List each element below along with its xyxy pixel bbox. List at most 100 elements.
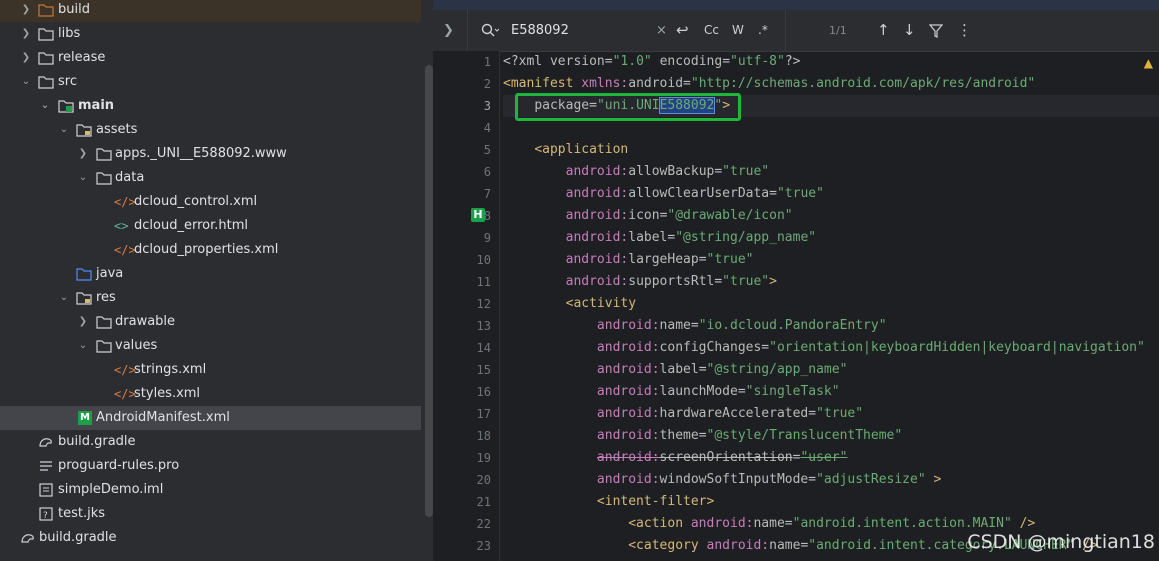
line-number: 19 <box>476 451 491 465</box>
tree-item-strings[interactable]: </> strings.xml <box>0 358 421 382</box>
line-number: 1 <box>483 55 491 69</box>
tree-item-dcloud-control[interactable]: </> dcloud_control.xml <box>0 190 421 214</box>
tree-item-assets[interactable]: ⌄ assets <box>0 118 421 142</box>
code-line: android:allowBackup="true" <box>565 164 770 179</box>
tree-item-label: release <box>58 50 106 65</box>
clear-icon[interactable]: × <box>656 10 667 51</box>
resource-folder-icon <box>76 292 92 305</box>
folder-icon <box>38 52 54 65</box>
tree-item-label: main <box>78 98 115 113</box>
warning-icon[interactable]: ▲ <box>1144 56 1153 70</box>
divider <box>467 10 468 51</box>
code-editor[interactable]: ❯ × ↩ Cc W .* 1/1 ↑ ↓ ⋮ 1 2 3 4 5 6 7 8 … <box>433 0 1159 561</box>
match-case-button[interactable]: Cc <box>704 10 719 51</box>
project-tool-window: ❯ build ❯ libs ❯ release ⌄ src ⌄ main ⌄ … <box>0 0 433 561</box>
chevron-right-icon[interactable]: ❯ <box>20 0 32 22</box>
line-number: 9 <box>483 231 491 245</box>
chevron-right-icon[interactable]: ❯ <box>77 142 89 166</box>
code-line: android:allowClearUserData="true" <box>565 186 824 201</box>
tree-scrollbar[interactable] <box>425 65 433 517</box>
html-file-icon: <> <box>114 219 129 233</box>
line-number: 20 <box>476 473 491 487</box>
tree-item-label: src <box>58 74 77 89</box>
line-number: 22 <box>476 517 491 531</box>
find-input[interactable] <box>511 20 651 40</box>
xml-file-icon: </> <box>114 243 136 257</box>
tree-item-libs[interactable]: ❯ libs <box>0 22 421 46</box>
words-button[interactable]: W <box>732 10 744 51</box>
line-number: 6 <box>483 165 491 179</box>
chevron-right-icon[interactable]: ❯ <box>443 10 454 51</box>
arrow-down-icon[interactable]: ↓ <box>903 10 916 51</box>
folder-icon <box>38 76 54 89</box>
tree-item-data[interactable]: ⌄ data <box>0 166 421 190</box>
xml-file-icon: </> <box>114 363 136 377</box>
code-line: <manifest xmlns:android="http://schemas.… <box>503 76 1036 91</box>
tree-item-build[interactable]: ❯ build <box>0 0 421 22</box>
line-number: 16 <box>476 385 491 399</box>
tree-item-root-build-gradle[interactable]: build.gradle <box>0 526 421 550</box>
watermark: CSDN @mingtian18 <box>967 531 1155 553</box>
tree-item-src[interactable]: ⌄ src <box>0 70 421 94</box>
new-line-icon[interactable]: ↩ <box>676 10 689 51</box>
folder-icon <box>38 28 54 41</box>
line-number: 2 <box>483 77 491 91</box>
unknown-file-icon: ? <box>39 507 53 521</box>
code-line: android:windowSoftInputMode="adjustResiz… <box>596 472 942 487</box>
chevron-down-icon[interactable]: ⌄ <box>77 166 89 190</box>
filter-icon[interactable] <box>929 24 943 38</box>
manifest-file-icon: M <box>78 411 92 425</box>
code-area[interactable]: <?xml version="1.0" encoding="utf-8"?> <… <box>503 51 1159 561</box>
chevron-down-icon[interactable]: ⌄ <box>58 286 70 310</box>
tree-item-label: apps._UNI__E588092.www <box>115 146 287 161</box>
line-number: 21 <box>476 495 491 509</box>
chevron-down-icon[interactable]: ⌄ <box>77 334 89 358</box>
folder-icon <box>96 148 112 161</box>
chevron-right-icon[interactable]: ❯ <box>20 46 32 70</box>
line-number: 15 <box>476 363 491 377</box>
tree-item-main[interactable]: ⌄ main <box>0 94 421 118</box>
code-line: android:theme="@style/TranslucentTheme" <box>596 428 903 443</box>
tree-item-label: res <box>96 290 116 305</box>
tree-item-label: test.jks <box>58 506 106 521</box>
chevron-right-icon[interactable]: ❯ <box>77 310 89 334</box>
tree-item-release[interactable]: ❯ release <box>0 46 421 70</box>
tree-item-android-manifest[interactable]: M AndroidManifest.xml <box>0 406 421 430</box>
editor-tab-strip <box>433 0 1159 10</box>
tree-item-jks[interactable]: ? test.jks <box>0 502 421 526</box>
arrow-up-icon[interactable]: ↑ <box>877 10 890 51</box>
tree-item-dcloud-properties[interactable]: </> dcloud_properties.xml <box>0 238 421 262</box>
image-gutter-icon[interactable]: H <box>471 208 485 222</box>
chevron-down-icon[interactable]: ⌄ <box>39 94 51 118</box>
tree-item-styles[interactable]: </> styles.xml <box>0 382 421 406</box>
code-line: android:screenOrientation="user" <box>596 450 848 465</box>
tree-item-res[interactable]: ⌄ res <box>0 286 421 310</box>
tree-item-label: styles.xml <box>134 386 201 401</box>
tree-item-java[interactable]: java <box>0 262 421 286</box>
line-number: 17 <box>476 407 491 421</box>
source-folder-icon <box>58 100 74 113</box>
tree-item-iml[interactable]: simpleDemo.iml <box>0 478 421 502</box>
chevron-right-icon[interactable]: ❯ <box>20 22 32 46</box>
source-folder-icon <box>76 268 92 281</box>
regex-button[interactable]: .* <box>758 10 768 51</box>
code-line: android:largeHeap="true" <box>565 252 754 267</box>
tree-item-dcloud-error[interactable]: <> dcloud_error.html <box>0 214 421 238</box>
more-options-icon[interactable]: ⋮ <box>957 10 972 51</box>
code-line: <intent-filter> <box>596 494 715 509</box>
tree-item-values[interactable]: ⌄ values <box>0 334 421 358</box>
search-icon[interactable] <box>481 23 499 39</box>
tree-item-apps-www[interactable]: ❯ apps._UNI__E588092.www <box>0 142 421 166</box>
tree-item-label: proguard-rules.pro <box>58 458 180 473</box>
code-line: android:name="io.dcloud.PandoraEntry" <box>596 318 887 333</box>
code-line: <action android:name="android.intent.act… <box>628 516 1036 531</box>
line-number: 12 <box>476 297 491 311</box>
chevron-down-icon[interactable]: ⌄ <box>58 118 70 142</box>
tree-item-proguard[interactable]: proguard-rules.pro <box>0 454 421 478</box>
code-line: android:launchMode="singleTask" <box>596 384 840 399</box>
line-number: 13 <box>476 319 491 333</box>
xml-file-icon: </> <box>114 387 136 401</box>
tree-item-build-gradle[interactable]: build.gradle <box>0 430 421 454</box>
tree-item-drawable[interactable]: ❯ drawable <box>0 310 421 334</box>
chevron-down-icon[interactable]: ⌄ <box>20 70 32 94</box>
